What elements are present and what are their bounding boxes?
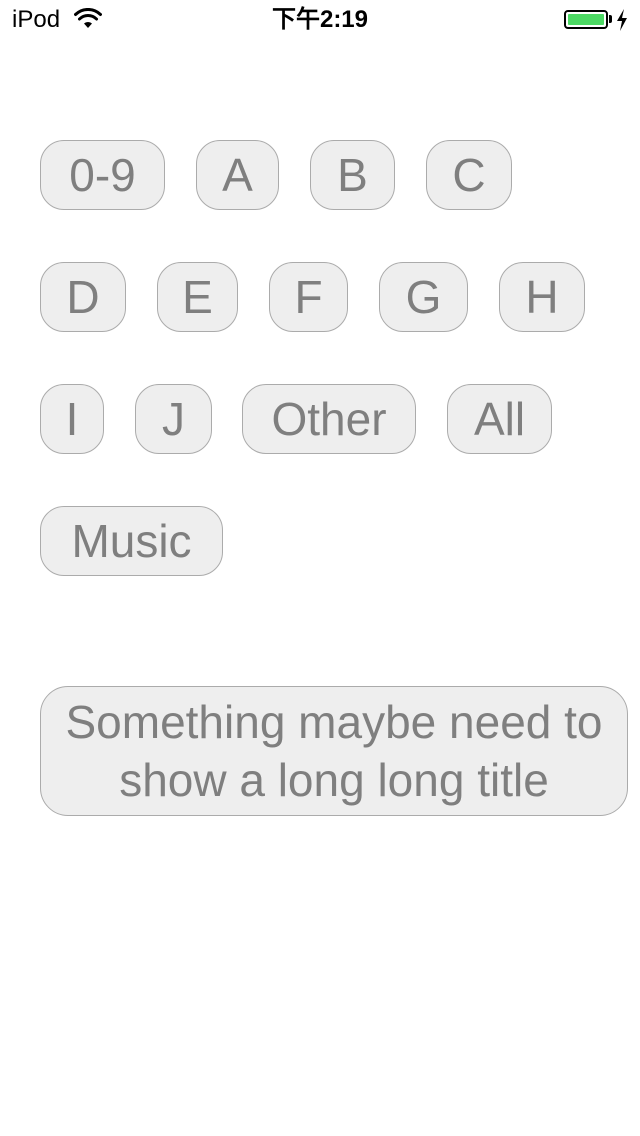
tag-button-a[interactable]: A (196, 140, 279, 210)
tag-button-d[interactable]: D (40, 262, 126, 332)
long-title-label: Something maybe need to show a long long… (65, 696, 603, 806)
charging-bolt-icon (617, 9, 627, 31)
tag-button-music[interactable]: Music (40, 506, 223, 576)
tag-button-0-9[interactable]: 0-9 (40, 140, 165, 210)
tag-button-c[interactable]: C (426, 140, 512, 210)
status-bar: iPod 下午2:19 (0, 0, 640, 40)
tag-button-f[interactable]: F (269, 262, 348, 332)
battery-level (568, 14, 604, 25)
tag-button-i[interactable]: I (40, 384, 104, 454)
tag-button-g[interactable]: G (379, 262, 468, 332)
battery-icon (564, 10, 608, 29)
status-time: 下午2:19 (271, 6, 369, 33)
battery-nub (609, 15, 612, 23)
long-title-button[interactable]: Something maybe need to show a long long… (40, 686, 628, 816)
tag-button-b[interactable]: B (310, 140, 395, 210)
tag-button-h[interactable]: H (499, 262, 585, 332)
tag-button-j[interactable]: J (135, 384, 212, 454)
tag-button-all[interactable]: All (447, 384, 552, 454)
tag-button-e[interactable]: E (157, 262, 238, 332)
tag-button-other[interactable]: Other (242, 384, 416, 454)
